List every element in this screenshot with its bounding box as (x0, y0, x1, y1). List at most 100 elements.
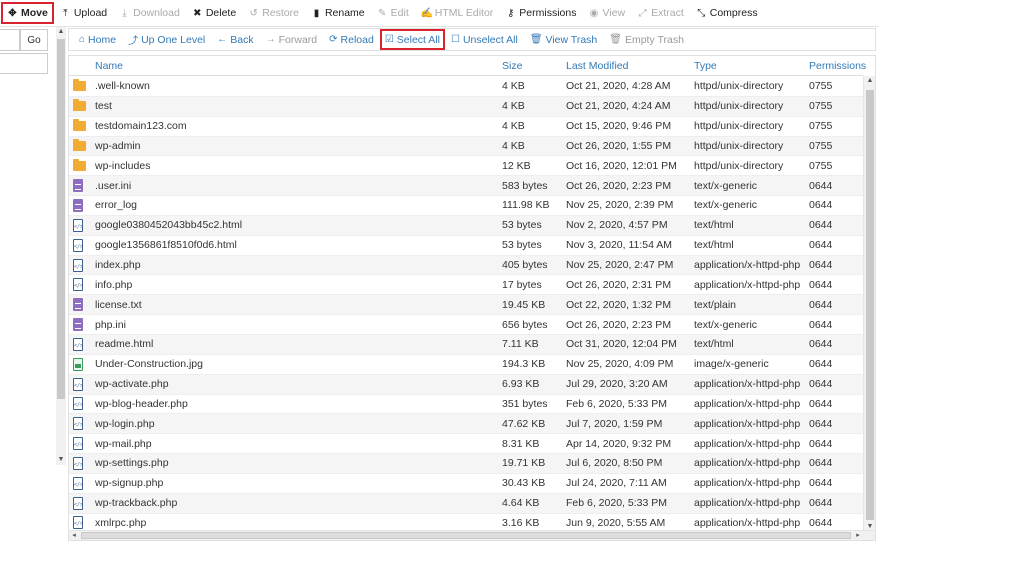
navigation-bar: ⌂ Home ⤴ Up One Level ← Back → Forward ⟳ Relo… (68, 28, 876, 51)
delete-button[interactable]: ✖ Delete (186, 2, 242, 24)
code-file-icon: </> (73, 337, 83, 351)
file-size-cell: 19.45 KB (502, 298, 546, 311)
table-row[interactable]: php.ini 656 bytes Oct 26, 2020, 2:23 PM tex… (69, 315, 863, 335)
table-row[interactable]: </> wp-blog-header.php 351 bytes Feb 6, 202… (69, 395, 863, 415)
scroll-up-arrow-icon[interactable]: ▲ (56, 27, 66, 37)
restore-button[interactable]: ↺ Restore (242, 2, 305, 24)
permissions-cell: 0755 (809, 159, 833, 172)
size-column-header[interactable]: Size (502, 60, 566, 72)
home-button[interactable]: ⌂ Home (73, 30, 122, 49)
table-row[interactable]: </> readme.html 7.11 KB Oct 31, 2020, 12:04… (69, 334, 863, 355)
select-all-label: Select All (396, 33, 440, 46)
file-icon-cell (69, 119, 95, 132)
table-vertical-scroll-thumb[interactable] (866, 90, 874, 520)
file-icon-cell: </> (69, 456, 95, 470)
back-button[interactable]: ← Back (211, 30, 259, 49)
compress-button[interactable]: ⤡ Compress (690, 2, 764, 24)
last-modified-cell: Jul 7, 2020, 1:59 PM (566, 417, 663, 430)
permissions-button[interactable]: ⚷ Permissions (499, 2, 582, 24)
table-row[interactable]: </> wp-trackback.php 4.64 KB Feb 6, 2020, 5… (69, 493, 863, 514)
pencil-icon: ✎ (377, 7, 387, 19)
file-size-cell: 4.64 KB (502, 497, 540, 510)
file-name-cell: readme.html (95, 338, 154, 351)
edit-button[interactable]: ✎ Edit (371, 2, 415, 24)
file-size-cell: 583 bytes (502, 179, 548, 192)
file-size-cell: 30.43 KB (502, 477, 546, 490)
go-button[interactable]: Go (20, 29, 48, 51)
file-list-table: Name Size Last Modified Type Permissions… (68, 55, 876, 541)
table-row[interactable]: </> google0380452043bb45c2.html 53 bytes No… (69, 215, 863, 236)
upload-button[interactable]: ⤒ Upload (54, 2, 113, 24)
file-size-cell: 4 KB (502, 120, 525, 133)
mime-type-cell: httpd/unix-directory (694, 100, 784, 113)
table-row[interactable]: error_log 111.98 KB Nov 25, 2020, 2:39 PM t… (69, 196, 863, 216)
mime-type-cell: text/x-generic (694, 179, 758, 192)
html-editor-button[interactable]: ✍ HTML Editor (415, 2, 500, 24)
last-modified-column-header[interactable]: Last Modified (566, 60, 694, 72)
folder-icon (73, 158, 86, 171)
table-row[interactable]: Under-Construction.jpg 194.3 KB Nov 25, 20… (69, 355, 863, 375)
file-icon-cell (69, 79, 95, 92)
last-modified-cell: Jul 6, 2020, 8:50 PM (566, 457, 663, 470)
table-row[interactable]: </> info.php 17 bytes Oct 26, 2020, 2:31 PM… (69, 275, 863, 296)
table-scroll-right-icon[interactable]: ▸ (853, 531, 863, 540)
path-input[interactable] (0, 29, 20, 51)
file-icon-cell (69, 357, 95, 371)
trash-empty-icon: 🗑 (609, 34, 622, 45)
table-row[interactable]: testdomain123.com 4 KB Oct 15, 2020, 9:46 … (69, 117, 863, 137)
left-pane-scroll-thumb[interactable] (57, 39, 65, 399)
table-row[interactable]: </> index.php 405 bytes Nov 25, 2020, 2:47 … (69, 255, 863, 276)
home-label: Home (88, 33, 117, 46)
file-size-cell: 12 KB (502, 159, 531, 172)
code-file-icon: </> (73, 397, 83, 411)
directory-tree-box[interactable] (0, 53, 48, 74)
table-row[interactable]: </> wp-activate.php 6.93 KB Jul 29, 2020, 3… (69, 374, 863, 395)
table-row[interactable]: .well-known 4 KB Oct 21, 2020, 4:28 AM http… (69, 77, 863, 97)
view-trash-label: View Trash (545, 33, 598, 46)
view-trash-button[interactable]: 🗑 View Trash (524, 30, 603, 49)
mime-type-cell: text/html (694, 338, 734, 351)
extract-button[interactable]: ⤢ Extract (631, 2, 690, 24)
home-icon: ⌂ (79, 34, 86, 45)
up-one-level-button[interactable]: ⤴ Up One Level (122, 30, 211, 49)
table-row[interactable]: wp-admin 4 KB Oct 26, 2020, 1:55 PM httpd/u… (69, 136, 863, 157)
table-row[interactable]: wp-includes 12 KB Oct 16, 2020, 12:01 PM ht… (69, 156, 863, 177)
table-row[interactable]: .user.ini 583 bytes Oct 26, 2020, 2:23 PM t… (69, 176, 863, 197)
permissions-cell: 0644 (809, 437, 833, 450)
table-row[interactable]: </> wp-signup.php 30.43 KB Jul 24, 2020, 7:… (69, 474, 863, 494)
extract-icon: ⤢ (638, 7, 647, 19)
name-column-header[interactable]: Name (95, 60, 502, 72)
last-modified-cell: Oct 26, 2020, 2:31 PM (566, 278, 672, 291)
file-name-cell: wp-activate.php (95, 378, 169, 391)
table-row[interactable]: </> wp-mail.php 8.31 KB Apr 14, 2020, 9:32 … (69, 434, 863, 455)
eye-icon: ◉ (589, 7, 599, 19)
file-name-cell: wp-includes (95, 159, 151, 172)
mime-type-cell: httpd/unix-directory (694, 139, 784, 152)
move-button[interactable]: ✥ Move (1, 2, 54, 24)
table-horizontal-scroll-thumb[interactable] (81, 532, 851, 539)
table-row[interactable]: license.txt 19.45 KB Oct 22, 2020, 1:32 PM… (69, 295, 863, 316)
view-button[interactable]: ◉ View (582, 2, 631, 24)
table-vertical-scrollbar[interactable]: ▲ ▼ (863, 76, 875, 532)
table-row[interactable]: test 4 KB Oct 21, 2020, 4:24 AM httpd/unix-… (69, 96, 863, 117)
select-all-button[interactable]: ☑ Select All (379, 29, 445, 50)
reload-button[interactable]: ⟳ Reload (323, 30, 380, 49)
table-scroll-up-icon[interactable]: ▲ (864, 76, 875, 86)
type-column-header[interactable]: Type (694, 60, 809, 72)
permissions-column-header[interactable]: Permissions (809, 60, 866, 72)
table-row[interactable]: </> wp-login.php 47.62 KB Jul 7, 2020, 1:59… (69, 414, 863, 435)
permissions-cell: 0755 (809, 80, 833, 93)
rename-button[interactable]: ▮ Rename (305, 2, 371, 24)
table-row[interactable]: </> google1356861f8510f0d6.html 53 bytes No… (69, 236, 863, 256)
left-pane-scrollbar[interactable]: ▲ ▼ (56, 27, 66, 465)
file-name-cell: wp-trackback.php (95, 497, 178, 510)
download-button[interactable]: ⤓ Download (113, 2, 186, 24)
unselect-all-button[interactable]: ☐ Unselect All (445, 30, 524, 49)
empty-trash-button[interactable]: 🗑 Empty Trash (603, 30, 690, 49)
forward-button[interactable]: → Forward (260, 30, 324, 49)
table-scroll-left-icon[interactable]: ◂ (69, 531, 79, 540)
table-row[interactable]: </> wp-settings.php 19.71 KB Jul 6, 2020, 8… (69, 454, 863, 474)
table-horizontal-scrollbar[interactable]: ◂ ▸ (69, 530, 875, 540)
unselect-all-label: Unselect All (462, 33, 518, 46)
scroll-down-arrow-icon[interactable]: ▼ (56, 455, 66, 465)
